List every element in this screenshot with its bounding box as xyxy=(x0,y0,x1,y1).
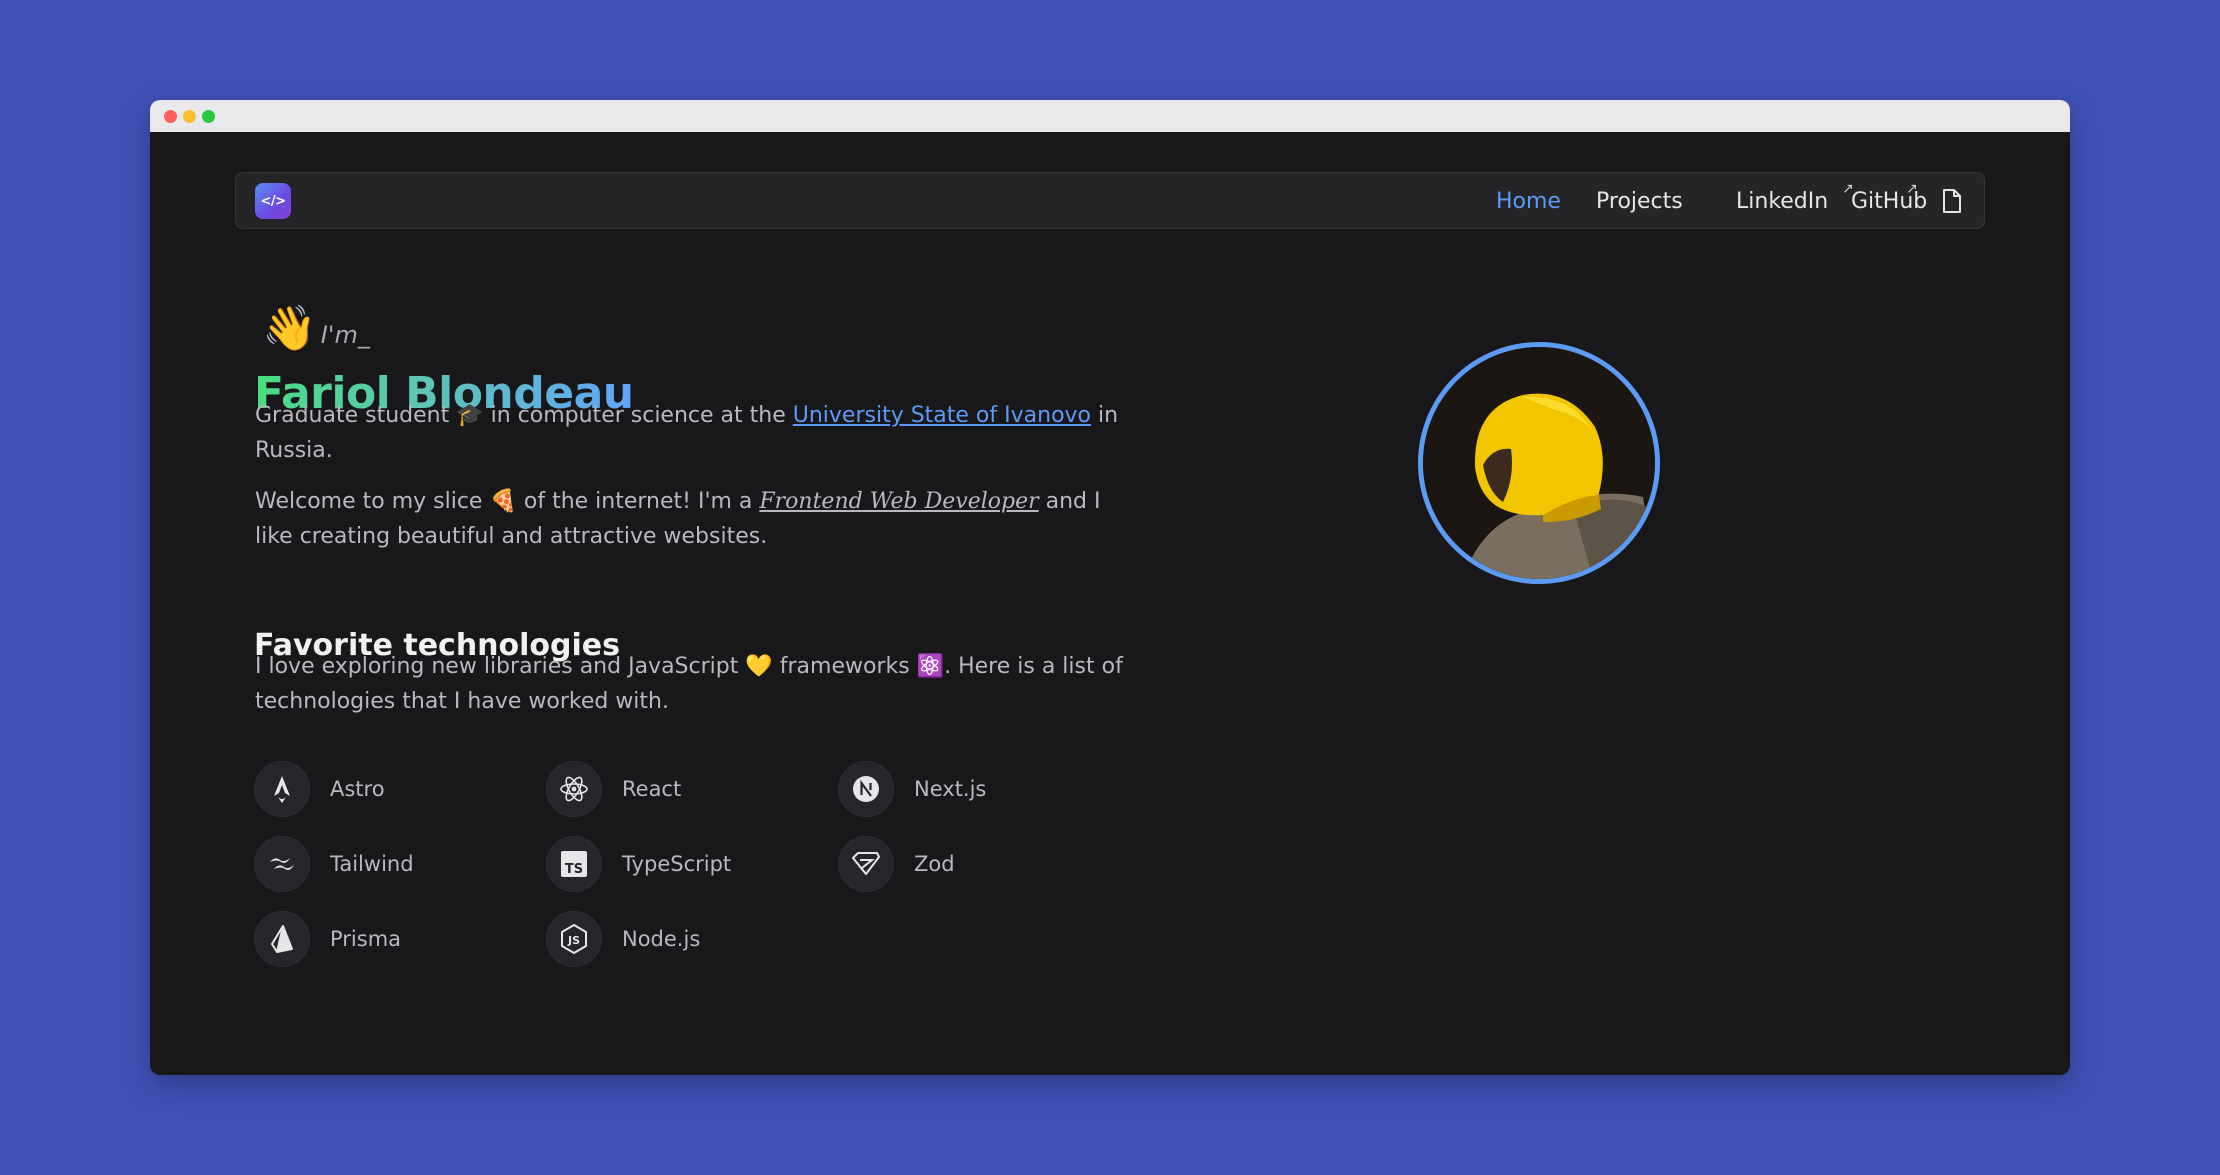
document-icon[interactable] xyxy=(1941,188,1963,218)
bio2-middle: of the internet! I'm a xyxy=(516,489,760,514)
nav-linkedin-label: LinkedIn xyxy=(1736,189,1829,214)
zod-icon xyxy=(838,836,894,892)
tech-item-nodejs: JS Node.js xyxy=(546,911,700,967)
bio2-before: Welcome to my slice xyxy=(255,489,490,514)
role-text: Frontend Web Developer xyxy=(759,489,1039,514)
nextjs-icon xyxy=(838,761,894,817)
tech-label: Zod xyxy=(914,852,955,876)
tech-item-nextjs: Next.js xyxy=(838,761,986,817)
svg-text:TS: TS xyxy=(565,862,583,877)
bio1-middle: in computer science at the xyxy=(483,403,793,428)
tech-item-astro: Astro xyxy=(254,761,385,817)
tech-label: Node.js xyxy=(622,927,701,951)
intro-text: I'm_ xyxy=(320,321,370,349)
tech-label: React xyxy=(622,777,682,801)
nodejs-icon: JS xyxy=(546,911,602,967)
nav-home[interactable]: Home xyxy=(1496,189,1561,214)
tech-desc-middle: frameworks xyxy=(772,654,917,679)
minimize-window-button[interactable] xyxy=(183,110,196,123)
pizza-emoji: 🍕 xyxy=(489,489,517,514)
astro-icon xyxy=(254,761,310,817)
site-logo[interactable]: </> xyxy=(255,183,291,219)
typescript-icon: TS xyxy=(546,836,602,892)
close-window-button[interactable] xyxy=(164,110,177,123)
tech-item-zod: Zod xyxy=(838,836,955,892)
greeting: 👋 I'm_ xyxy=(262,307,370,351)
bio-paragraph-2: Welcome to my slice 🍕 of the internet! I… xyxy=(255,484,1125,554)
university-link[interactable]: University State of Ivanovo xyxy=(793,403,1091,428)
maximize-window-button[interactable] xyxy=(202,110,215,123)
yellow-heart-emoji: 💛 xyxy=(745,654,773,679)
tech-desc-before: I love exploring new libraries and JavaS… xyxy=(255,654,746,679)
window-titlebar xyxy=(150,100,2070,132)
external-link-icon: ↗ xyxy=(1906,181,1918,197)
tech-item-prisma: Prisma xyxy=(254,911,401,967)
technologies-description: I love exploring new libraries and JavaS… xyxy=(255,649,1125,719)
nav-linkedin[interactable]: LinkedIn xyxy=(1736,189,1828,214)
tech-label: Next.js xyxy=(914,777,987,801)
tech-label: Astro xyxy=(330,777,385,801)
waving-hand-emoji: 👋 xyxy=(262,303,317,354)
tech-label: Prisma xyxy=(330,927,402,951)
graduation-cap-emoji: 🎓 xyxy=(456,403,484,428)
prisma-icon xyxy=(254,911,310,967)
nav-projects[interactable]: Projects xyxy=(1596,189,1683,214)
react-icon xyxy=(546,761,602,817)
tailwind-icon xyxy=(254,836,310,892)
bio1-before: Graduate student xyxy=(255,403,457,428)
tech-label: Tailwind xyxy=(330,852,414,876)
avatar xyxy=(1418,342,1660,584)
tech-item-typescript: TS TypeScript xyxy=(546,836,731,892)
tech-item-react: React xyxy=(546,761,681,817)
browser-window: </> Home Projects LinkedIn ↗ GitHub ↗ 👋 … xyxy=(150,100,2070,1075)
tech-label: TypeScript xyxy=(622,852,732,876)
tech-item-tailwind: Tailwind xyxy=(254,836,414,892)
navbar: </> Home Projects LinkedIn ↗ GitHub ↗ xyxy=(235,172,1985,229)
bio-paragraph-1: Graduate student 🎓 in computer science a… xyxy=(255,398,1125,468)
page-content: </> Home Projects LinkedIn ↗ GitHub ↗ 👋 … xyxy=(150,132,2070,1075)
svg-text:JS: JS xyxy=(567,934,580,947)
atom-emoji: ⚛️ xyxy=(916,654,945,679)
